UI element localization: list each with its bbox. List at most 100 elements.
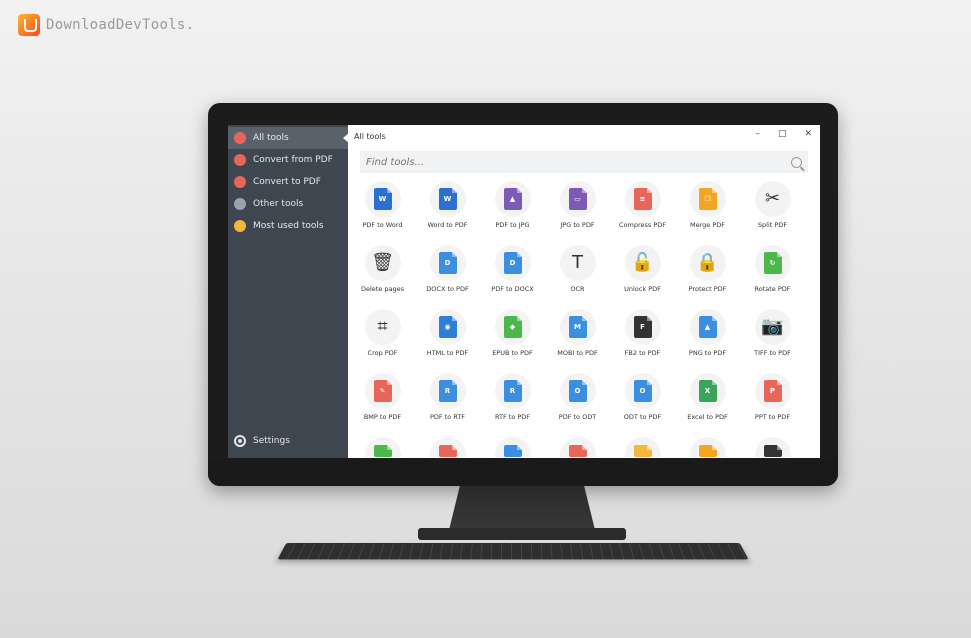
tool-item[interactable]: ⌗ Crop PDF — [350, 309, 415, 359]
watermark-logo-icon — [18, 14, 40, 36]
brush-icon: ✎ — [364, 373, 401, 409]
tool-label: PDF to JPG — [495, 221, 530, 229]
tool-item[interactable] — [415, 437, 480, 457]
tool-item[interactable]: ✎ BMP to PDF — [350, 373, 415, 423]
sidebar-item-label: Convert from PDF — [253, 155, 333, 165]
monitor-base — [418, 528, 626, 540]
tool-label: EPUB to PDF — [492, 349, 533, 357]
maximize-button[interactable]: □ — [778, 129, 787, 139]
tool-label: DOCX to PDF — [426, 285, 469, 293]
tool-glyph: M — [568, 316, 587, 338]
minimize-button[interactable]: – — [755, 129, 760, 139]
tool-item[interactable]: T OCR — [545, 245, 610, 295]
tool-glyph — [633, 445, 652, 457]
tool-item[interactable]: P PPT to PDF — [740, 373, 805, 423]
tool-glyph — [568, 445, 587, 457]
tool-item[interactable]: 🗑 Delete pages — [350, 245, 415, 295]
tool-label: JPG to PDF — [560, 221, 595, 229]
tool-item[interactable]: D DOCX to PDF — [415, 245, 480, 295]
tool-item[interactable]: O ODT to PDF — [610, 373, 675, 423]
tool-glyph — [373, 445, 392, 457]
tool-label: PDF to Word — [362, 221, 403, 229]
tool-glyph: 📷 — [761, 316, 784, 337]
search-icon[interactable] — [791, 156, 802, 168]
more-icon — [234, 198, 246, 210]
tool-item[interactable] — [740, 437, 805, 457]
search-input[interactable] — [366, 156, 746, 168]
tool-glyph — [438, 445, 457, 457]
tool-item[interactable]: ↻ Rotate PDF — [740, 245, 805, 295]
tool-item[interactable]: R PDF to RTF — [415, 373, 480, 423]
sidebar-item-other-tools[interactable]: Other tools — [228, 193, 348, 215]
tool-label: HTML to PDF — [426, 349, 469, 357]
tool-item[interactable]: ▲ PDF to JPG — [480, 181, 545, 231]
tool-item[interactable]: 🔓 Unlock PDF — [610, 245, 675, 295]
tool-item[interactable]: 🔒 Protect PDF — [675, 245, 740, 295]
tool-item[interactable]: ◉ HTML to PDF — [415, 309, 480, 359]
sidebar-item-label: All tools — [253, 133, 289, 143]
tool-label: PPT to PDF — [754, 413, 791, 421]
tool-item[interactable]: W Word to PDF — [415, 181, 480, 231]
monitor-bezel — [208, 458, 838, 486]
tool-item[interactable]: F FB2 to PDF — [610, 309, 675, 359]
close-button[interactable]: ✕ — [804, 129, 812, 139]
tool-glyph: W — [438, 188, 457, 210]
tool-label: PDF to RTF — [429, 413, 466, 421]
tool-label: Word to PDF — [427, 221, 468, 229]
scissors-icon: ✂ — [754, 181, 791, 217]
tool-glyph: ▭ — [568, 188, 587, 210]
arrow-down-icon — [234, 154, 246, 166]
tool-label: Compress PDF — [618, 221, 666, 229]
sidebar-item-label: Most used tools — [253, 221, 324, 231]
sidebar-item-convert-from-pdf[interactable]: Convert from PDF — [228, 149, 348, 171]
tool-item[interactable]: M MOBI to PDF — [545, 309, 610, 359]
pdf-to-jpg-icon: ▲ — [494, 181, 531, 217]
tool-item[interactable] — [480, 437, 545, 457]
sidebar-item-all-tools[interactable]: All tools — [228, 127, 349, 149]
sidebar-item-convert-to-pdf[interactable]: Convert to PDF — [228, 171, 348, 193]
sidebar-list: All tools Convert from PDF Convert to PDF O… — [228, 125, 349, 237]
tool-item[interactable]: ▭ JPG to PDF — [545, 181, 610, 231]
tool-item[interactable]: ▲ PNG to PDF — [675, 309, 740, 359]
tool-item[interactable]: R RTF to PDF — [480, 373, 545, 423]
tool-item[interactable]: ✂ Split PDF — [740, 181, 805, 231]
tool-label: PNG to PDF — [688, 349, 727, 357]
camera-icon: 📷 — [754, 309, 791, 345]
watermark: DownloadDevTools. — [18, 14, 194, 36]
mobi-icon: M — [559, 309, 596, 345]
tool-label: Delete pages — [360, 285, 405, 293]
window-title: All tools — [354, 131, 386, 141]
tool-glyph: X — [698, 380, 717, 402]
tool-item[interactable]: ❐ Merge PDF — [675, 181, 740, 231]
tool-label: Merge PDF — [689, 221, 726, 229]
tool-item[interactable]: D PDF to DOCX — [480, 245, 545, 295]
word-to-pdf-icon: W — [429, 181, 466, 217]
tool-item[interactable] — [610, 437, 675, 457]
tool-item[interactable]: W PDF to Word — [350, 181, 415, 231]
tool-item[interactable]: 📷 TIFF to PDF — [740, 309, 805, 359]
tool-glyph: R — [503, 380, 522, 402]
tool-item[interactable] — [545, 437, 610, 457]
tool-item[interactable]: ◆ EPUB to PDF — [480, 309, 545, 359]
tool-item[interactable] — [675, 437, 740, 457]
monitor-stand — [448, 486, 596, 534]
tool-item[interactable] — [350, 437, 415, 457]
tool-glyph: O — [568, 380, 587, 402]
unlock-icon: 🔓 — [624, 245, 661, 281]
sidebar-item-settings[interactable]: Settings — [228, 430, 348, 452]
sidebar-item-most-used-tools[interactable]: Most used tools — [228, 215, 348, 237]
pdf-to-word-icon: W — [364, 181, 401, 217]
tool-item[interactable]: X Excel to PDF — [675, 373, 740, 423]
tool-item[interactable]: O PDF to ODT — [545, 373, 610, 423]
title-bar: All tools – □ ✕ — [348, 125, 820, 147]
epub-icon: ◆ — [494, 309, 531, 345]
docx-to-pdf-icon: D — [429, 245, 466, 281]
tool-glyph: ❐ — [698, 188, 717, 210]
globe-icon: ◉ — [429, 309, 466, 345]
tool-label: OCR — [570, 285, 585, 293]
png-icon: ▲ — [689, 309, 726, 345]
tool-item[interactable]: ≡ Compress PDF — [610, 181, 675, 231]
tool-label: Crop PDF — [367, 349, 398, 357]
merge-icon: ❐ — [689, 181, 726, 217]
tool-glyph: R — [438, 380, 457, 402]
